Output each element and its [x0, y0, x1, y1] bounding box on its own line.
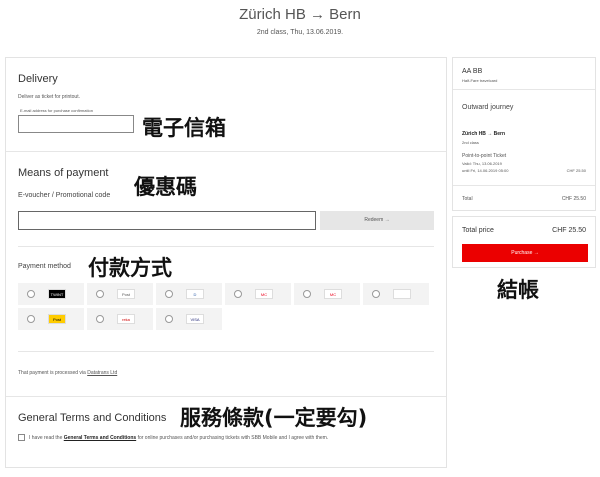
purchase-panel: Total price CHF 25.50 Purchase →: [452, 216, 596, 268]
payment-logo-icon: TWINT: [48, 289, 66, 299]
voucher-input[interactable]: [18, 211, 316, 230]
radio-button[interactable]: [27, 290, 35, 298]
payment-logo-icon: Post: [48, 314, 66, 324]
means-of-payment-heading: Means of payment: [18, 167, 109, 179]
purchase-button[interactable]: Purchase →: [462, 244, 588, 262]
radio-button[interactable]: [234, 290, 242, 298]
radio-button[interactable]: [165, 315, 173, 323]
section-divider: [18, 351, 434, 352]
ticket-type: Point-to-point Ticket: [462, 153, 507, 159]
terms-text: I have read the General Terms and Condit…: [29, 435, 329, 441]
payment-option[interactable]: MC: [294, 283, 360, 305]
radio-button[interactable]: [303, 290, 311, 298]
payment-option[interactable]: TWINT: [18, 283, 84, 305]
annotation-email: 電子信箱: [142, 116, 226, 140]
payment-logo-icon: Post: [117, 289, 135, 299]
delivery-note: Deliver as ticket for printout.: [18, 94, 80, 100]
ticket-until: until Fri, 14.06.2019 05:00: [462, 168, 509, 173]
passenger-card: Half-Fare travelcard: [462, 78, 498, 83]
payment-logo-icon: reka: [117, 314, 135, 324]
annotation-payment: 付款方式: [88, 256, 172, 280]
redeem-button[interactable]: Redeem →: [320, 211, 434, 230]
payment-option[interactable]: reka: [87, 308, 153, 330]
terms-checkbox[interactable]: [18, 434, 25, 441]
delivery-heading: Delivery: [18, 73, 58, 85]
total-price-value: CHF 25.50: [552, 227, 586, 234]
payment-method-heading: Payment method: [18, 263, 71, 270]
payment-option[interactable]: D: [156, 283, 222, 305]
payment-logo-icon: VISA: [186, 314, 204, 324]
email-label: E-mail address for purchase confirmation: [20, 108, 93, 113]
radio-button[interactable]: [27, 315, 35, 323]
section-divider: [453, 185, 595, 186]
total-label: Total: [462, 196, 473, 202]
terms-heading: General Terms and Conditions: [18, 412, 167, 424]
section-divider: [6, 396, 446, 397]
payment-option[interactable]: VISA: [156, 308, 222, 330]
ticket-price: CHF 25.50: [566, 168, 586, 173]
section-divider: [18, 246, 434, 247]
payment-option[interactable]: MC: [225, 283, 291, 305]
payment-option[interactable]: Post: [18, 308, 84, 330]
payment-option[interactable]: [363, 283, 429, 305]
ticket-valid: Valid: Thu, 13.06.2019: [462, 161, 502, 166]
route-subtitle: 2nd class, Thu, 13.06.2019.: [256, 29, 344, 36]
radio-button[interactable]: [372, 290, 380, 298]
payment-logo-icon: MC: [324, 289, 342, 299]
total-price-label: Total price: [462, 227, 494, 234]
annotation-voucher: 優惠碼: [134, 175, 197, 199]
voucher-label: E-voucher / Promotional code: [18, 192, 111, 199]
journey-heading: Outward journey: [462, 104, 514, 111]
terms-link[interactable]: General Terms and Conditions: [64, 435, 136, 441]
summary-route: Zürich HB → Bern: [462, 131, 506, 137]
section-divider: [6, 151, 446, 152]
radio-button[interactable]: [165, 290, 173, 298]
payment-option[interactable]: Post: [87, 283, 153, 305]
email-field[interactable]: [18, 115, 134, 133]
radio-button[interactable]: [96, 315, 104, 323]
radio-button[interactable]: [96, 290, 104, 298]
annotation-terms: 服務條款(一定要勾): [180, 406, 368, 430]
payment-logo-icon: MC: [255, 289, 273, 299]
summary-class: 2nd class: [462, 140, 479, 145]
route-title: Zürich HB → Bern: [239, 6, 361, 23]
payment-logo-icon: D: [186, 289, 204, 299]
datatrans-link[interactable]: Datatrans Ltd: [87, 370, 117, 376]
payment-logo-icon: [393, 289, 411, 299]
processed-note: That payment is processed via Datatrans …: [18, 370, 118, 376]
passenger-name: AA BB: [462, 68, 483, 75]
order-summary-panel: AA BB Half-Fare travelcard Outward journ…: [452, 57, 596, 211]
annotation-checkout: 結帳: [497, 278, 539, 302]
total-value: CHF 25.50: [561, 196, 586, 202]
section-divider: [453, 89, 595, 90]
